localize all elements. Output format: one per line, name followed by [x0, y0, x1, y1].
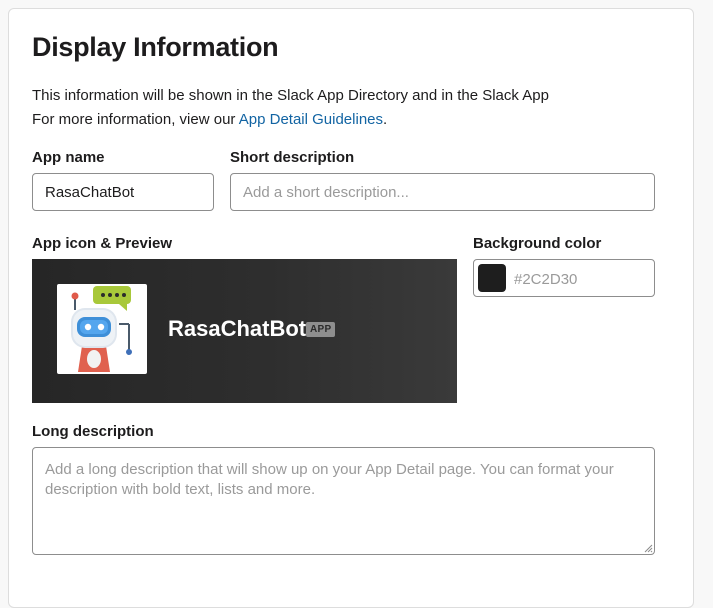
intro-line-1: This information will be shown in the Sl… [32, 87, 549, 104]
background-color-field[interactable] [473, 259, 655, 297]
background-color-input[interactable] [512, 261, 652, 297]
app-name-input[interactable] [32, 173, 214, 211]
app-preview: RasaChatBot APP [32, 259, 457, 403]
intro-suffix: . [383, 111, 388, 128]
app-detail-guidelines-link[interactable]: App Detail Guidelines [239, 111, 383, 128]
app-name-label: App name [32, 149, 105, 166]
resize-handle-icon[interactable] [643, 543, 653, 553]
short-description-label: Short description [230, 149, 355, 166]
app-badge: APP [306, 322, 336, 337]
color-swatch[interactable] [478, 264, 506, 292]
background-color-label: Background color [473, 235, 602, 252]
app-icon-upload[interactable] [57, 284, 147, 374]
long-description-label: Long description [32, 423, 154, 440]
preview-app-name: RasaChatBot [168, 316, 307, 341]
section-title: Display Information [32, 32, 279, 62]
long-description-input[interactable] [32, 447, 655, 555]
intro-prefix: For more information, view our [32, 111, 239, 128]
robot-icon [71, 286, 132, 372]
section-intro: This information will be shown in the Sl… [32, 84, 549, 132]
app-icon-preview-label: App icon & Preview [32, 235, 173, 252]
intro-line-2: For more information, view our App Detai… [32, 108, 549, 132]
short-description-input[interactable] [230, 173, 655, 211]
